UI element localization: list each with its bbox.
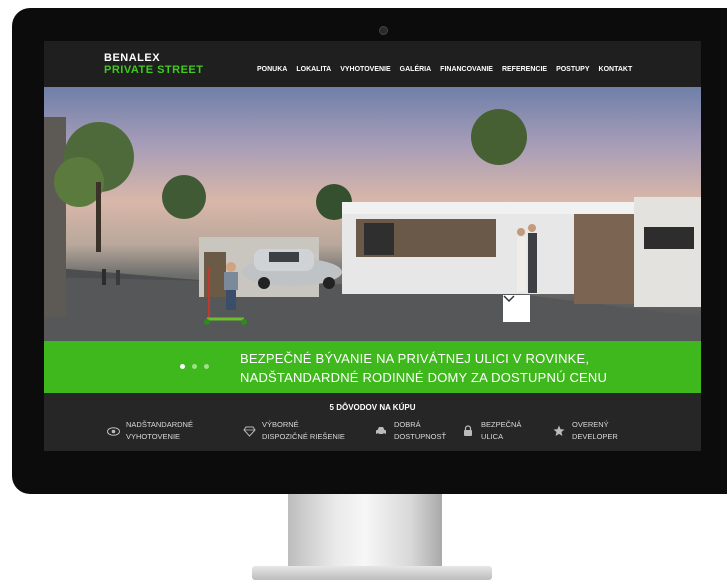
main-nav: PONUKA LOKALITA VYHOTOVENIE GALÉRIA FINA… — [257, 66, 632, 73]
slider-dots — [180, 364, 209, 369]
reason-5-line2: DEVELOPER — [572, 432, 618, 441]
star-icon — [552, 424, 566, 438]
webcam-icon — [379, 26, 388, 35]
car-icon — [374, 424, 388, 438]
reason-2-line2: DISPOZIČNÉ RIEŠENIE — [262, 432, 345, 441]
nav-item-postupy[interactable]: POSTUPY — [556, 66, 589, 73]
nav-item-financovanie[interactable]: FINANCOVANIE — [440, 66, 493, 73]
reason-3-line1: DOBRÁ — [394, 420, 421, 429]
nav-item-galeria[interactable]: GALÉRIA — [400, 66, 432, 73]
slider-dot-3[interactable] — [204, 364, 209, 369]
reason-item-1[interactable]: NADŠTANDARDNÉ VYHOTOVENIE — [106, 419, 193, 443]
reason-item-2[interactable]: VÝBORNÉ DISPOZIČNÉ RIEŠENIE — [242, 419, 345, 443]
lock-icon — [461, 424, 475, 438]
logo-line2[interactable]: PRIVATE STREET — [104, 64, 204, 76]
reason-5-line1: OVERENÝ — [572, 420, 609, 429]
reason-1-line2: VYHOTOVENIE — [126, 432, 181, 441]
reason-item-5[interactable]: OVERENÝ DEVELOPER — [552, 419, 618, 443]
hero-image — [44, 87, 701, 341]
hero-caption-band: BEZPEČNÉ BÝVANIE NA PRIVÁTNEJ ULICI V RO… — [44, 341, 701, 393]
reason-4-line1: BEZPEČNÁ — [481, 420, 522, 429]
nav-item-referencie[interactable]: REFERENCIE — [502, 66, 547, 73]
hero-scene-illustration — [44, 109, 701, 341]
reason-3-line2: DOSTUPNOSŤ — [394, 432, 447, 441]
website-screen: BENALEX PRIVATE STREET PONUKA LOKALITA V… — [44, 41, 701, 451]
nav-item-ponuka[interactable]: PONUKA — [257, 66, 287, 73]
scroll-down-button[interactable] — [503, 295, 530, 322]
hero-caption-line2: NADŠTANDARDNÉ RODINNÉ DOMY ZA DOSTUPNÚ C… — [240, 370, 608, 385]
eye-icon — [106, 424, 120, 438]
reason-item-4[interactable]: BEZPEČNÁ ULICA — [461, 419, 521, 443]
monitor-stand-neck — [288, 494, 442, 576]
reason-4-line2: ULICA — [481, 432, 504, 441]
nav-item-kontakt[interactable]: KONTAKT — [599, 66, 633, 73]
slider-dot-1[interactable] — [180, 364, 185, 369]
reasons-section: 5 DÔVODOV NA KÚPU NADŠTANDARDNÉ VYHOTOVEN… — [44, 393, 701, 451]
logo-line1[interactable]: BENALEX — [104, 52, 160, 64]
diamond-icon — [242, 424, 256, 438]
nav-item-lokalita[interactable]: LOKALITA — [296, 66, 331, 73]
reason-2-line1: VÝBORNÉ — [262, 420, 299, 429]
site-header: BENALEX PRIVATE STREET PONUKA LOKALITA V… — [44, 41, 701, 87]
hero-caption-line1: BEZPEČNÉ BÝVANIE NA PRIVÁTNEJ ULICI V RO… — [240, 351, 590, 366]
reasons-title: 5 DÔVODOV NA KÚPU — [329, 403, 416, 412]
reason-item-3[interactable]: DOBRÁ DOSTUPNOSŤ — [374, 419, 446, 443]
slider-dot-2[interactable] — [192, 364, 197, 369]
chevron-down-icon — [503, 295, 515, 303]
monitor-stand-base — [252, 566, 492, 580]
reason-1-line1: NADŠTANDARDNÉ — [126, 420, 193, 429]
nav-item-vyhotovenie[interactable]: VYHOTOVENIE — [340, 66, 390, 73]
